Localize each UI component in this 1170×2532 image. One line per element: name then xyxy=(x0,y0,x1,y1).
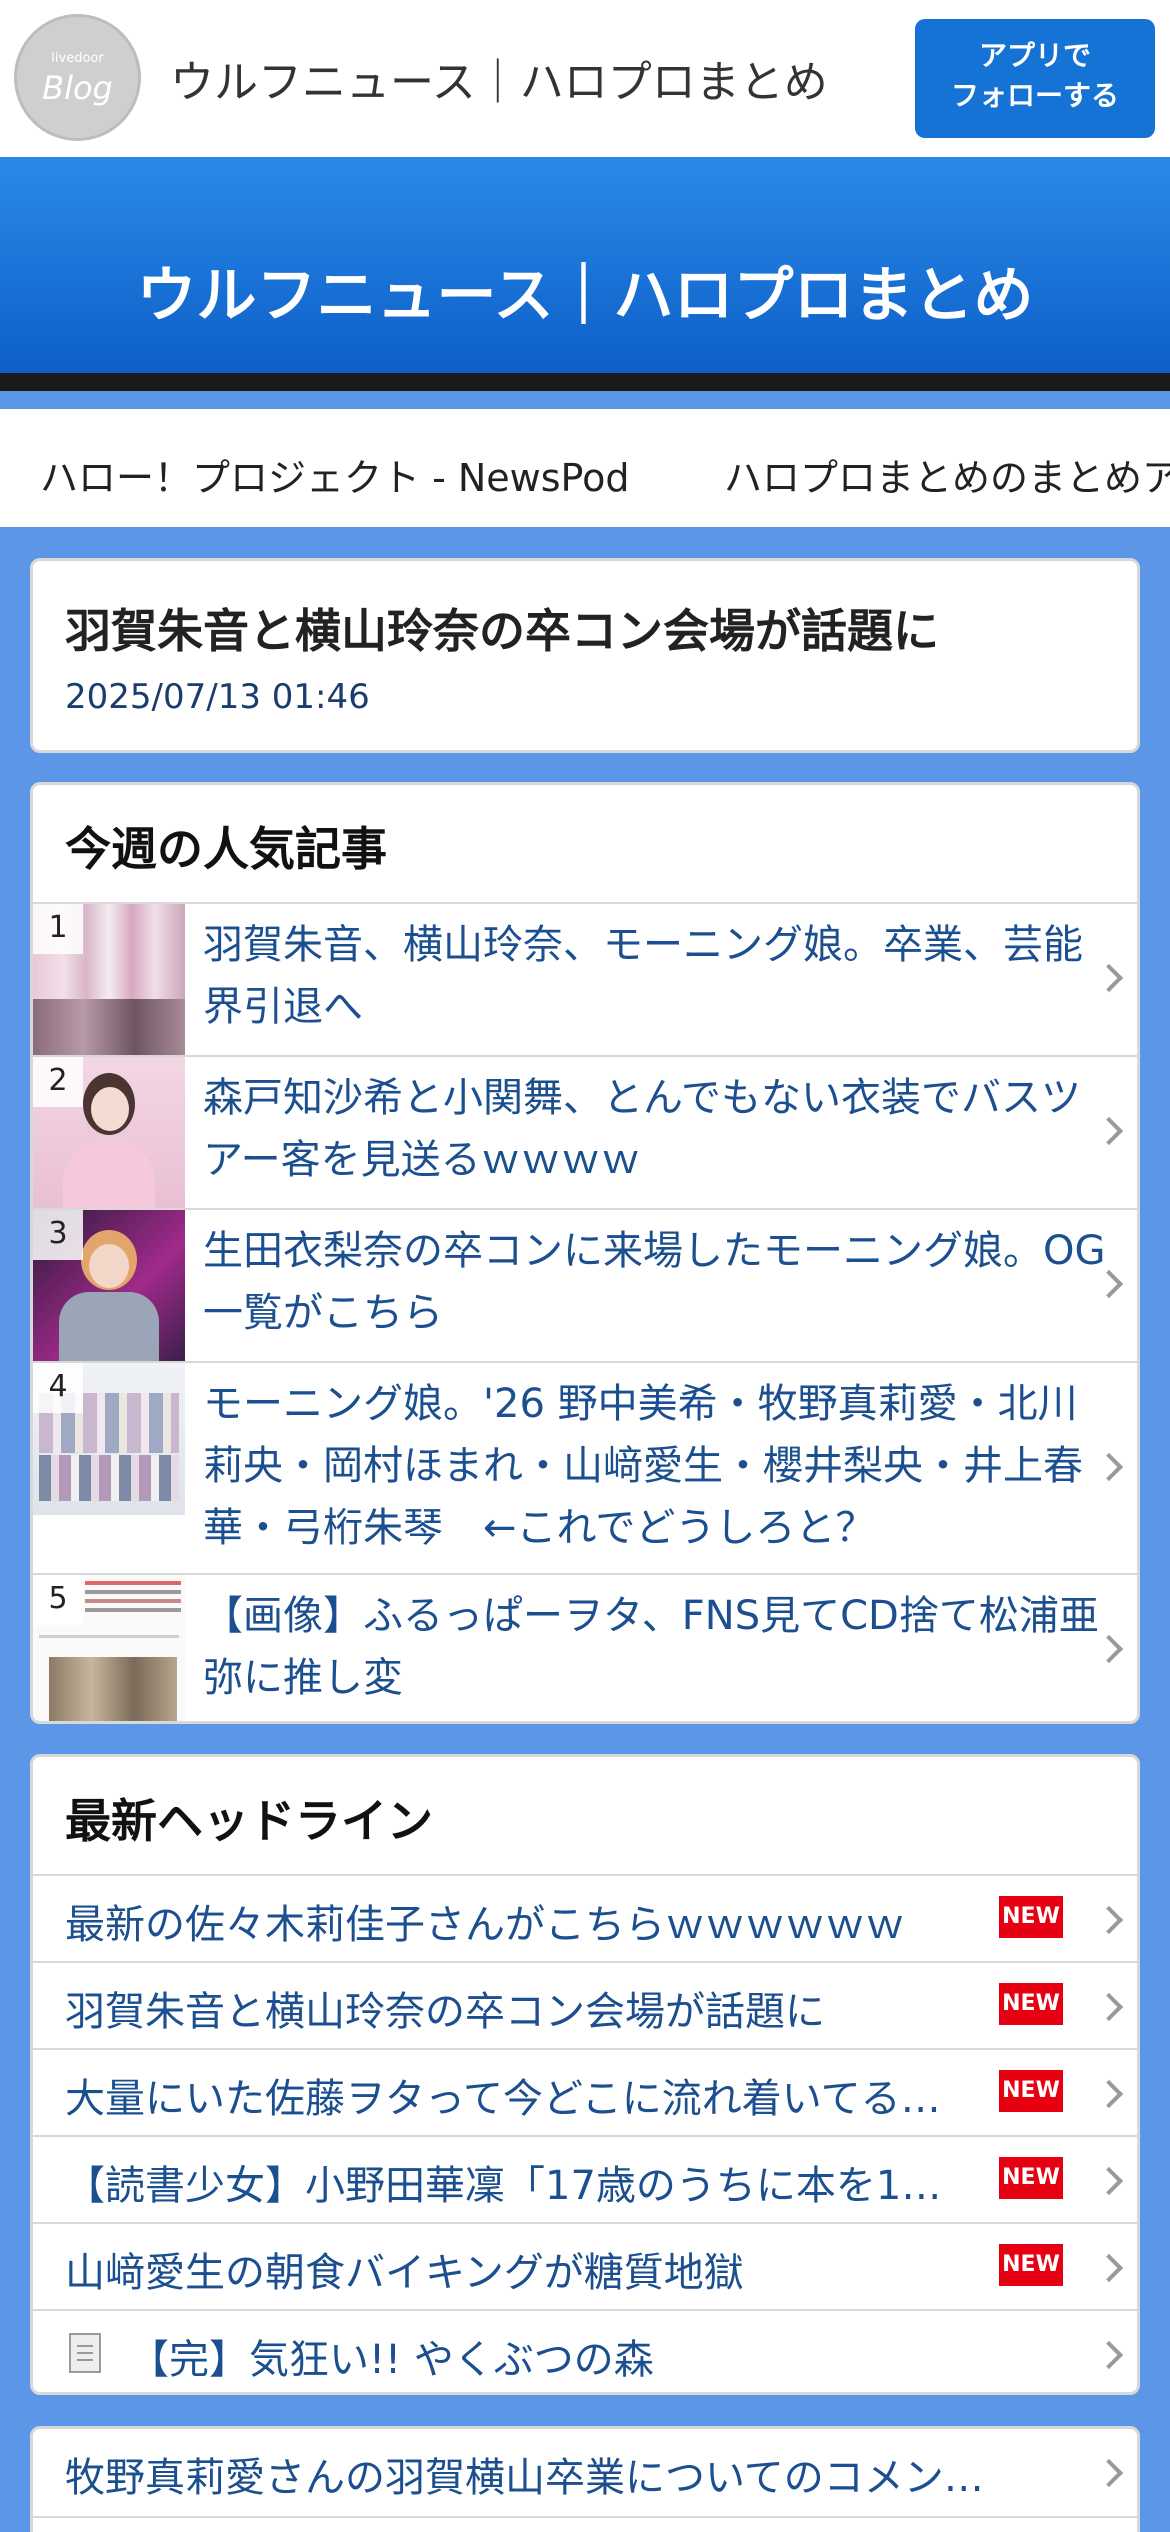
headline-item[interactable]: 大量にいた佐藤ヲタって今どこに流れ着いてる… NEW xyxy=(33,2048,1137,2135)
follow-button-line1: アプリで xyxy=(978,39,1091,72)
chevron-right-icon xyxy=(1094,2166,1124,2196)
popular-item-title: 【画像】ふるっぱーヲタ、FNS見てCD捨て松浦亜弥に推し変 xyxy=(203,1593,1099,1701)
logo-small-text: livedoor xyxy=(51,51,104,66)
chevron-right-icon xyxy=(1094,1905,1124,1935)
rank-number: 3 xyxy=(33,1210,83,1260)
headline-title: 【完】気狂い!! やくぶつの森 xyxy=(129,2337,654,2383)
popular-item-title: 羽賀朱音、横山玲奈、モーニング娘。卒業、芸能界引退へ xyxy=(203,922,1083,1030)
headline-item[interactable]: 【読書少女】小野田華凜「17歳のうちに本を1… NEW xyxy=(33,2135,1137,2222)
latest-headlines-card: 最新ヘッドライン 最新の佐々木莉佳子さんがこちらｗｗｗｗｗｗ NEW 羽賀朱音と… xyxy=(30,1754,1140,2395)
popular-item[interactable]: 4 モーニング娘。'26 野中美希・牧野真莉愛・北川莉央・岡村ほまれ・山﨑愛生・… xyxy=(33,1361,1137,1573)
nav-item-newspod[interactable]: ハロー！プロジェクト - NewsPod xyxy=(40,447,629,502)
popular-item-title: モーニング娘。'26 野中美希・牧野真莉愛・北川莉央・岡村ほまれ・山﨑愛生・櫻井… xyxy=(203,1381,1083,1551)
new-badge: NEW xyxy=(999,1896,1063,1938)
follow-button-line2: フォローする xyxy=(950,79,1119,112)
blog-banner[interactable]: ウルフニュース｜ハロプロまとめ xyxy=(0,157,1170,391)
follow-in-app-button[interactable]: アプリで フォローする xyxy=(915,19,1155,138)
rank-number: 1 xyxy=(33,904,83,954)
related-item[interactable] xyxy=(33,2516,1137,2532)
site-name[interactable]: ウルフニュース｜ハロプロまとめ xyxy=(170,46,828,110)
nav-item-matome[interactable]: ハロプロまとめのまとめア xyxy=(724,447,1170,502)
new-badge: NEW xyxy=(999,2157,1063,2199)
new-badge: NEW xyxy=(999,2070,1063,2112)
banner-title: ウルフニュース｜ハロプロまとめ xyxy=(136,261,1034,331)
rank-number: 4 xyxy=(33,1363,83,1413)
popular-item-title: 生田衣梨奈の卒コンに来場したモーニング娘。OG一覧がこちら xyxy=(203,1228,1106,1336)
related-item[interactable]: 牧野真莉愛さんの羽賀横山卒業についてのコメン… xyxy=(33,2429,1137,2516)
chevron-right-icon xyxy=(1094,2253,1124,2283)
headline-title: 【読書少女】小野田華凜「17歳のうちに本を1… xyxy=(65,2163,942,2209)
popular-item[interactable]: 2 森戸知沙希と小関舞、とんでもない衣装でバスツアー客を見送るｗｗｗｗ xyxy=(33,1055,1137,1209)
headline-title: 羽賀朱音と横山玲奈の卒コン会場が話題に xyxy=(65,1989,825,2035)
headline-title: 山﨑愛生の朝食バイキングが糖質地獄 xyxy=(65,2250,744,2296)
new-badge: NEW xyxy=(999,2244,1063,2286)
rank-number: 5 xyxy=(33,1575,83,1625)
headline-title: 最新の佐々木莉佳子さんがこちらｗｗｗｗｗｗ xyxy=(65,1902,905,1948)
popular-item[interactable]: 3 生田衣梨奈の卒コンに来場したモーニング娘。OG一覧がこちら xyxy=(33,1208,1137,1362)
headline-item[interactable]: 【完】気狂い!! やくぶつの森 xyxy=(33,2309,1137,2392)
article-date: 2025/07/13 01:46 xyxy=(65,677,370,717)
category-nav: ハロー！プロジェクト - NewsPod ハロプロまとめのまとめア xyxy=(0,409,1170,527)
rank-number: 2 xyxy=(33,1057,83,1107)
related-title: 牧野真莉愛さんの羽賀横山卒業についてのコメン… xyxy=(65,2455,984,2501)
article-header-card: 羽賀朱音と横山玲奈の卒コン会場が話題に 2025/07/13 01:46 xyxy=(30,558,1140,753)
logo-big-text: Blog xyxy=(42,69,113,107)
document-icon xyxy=(69,2333,101,2373)
related-articles-card: 牧野真莉愛さんの羽賀横山卒業についてのコメン… xyxy=(30,2426,1140,2532)
headline-item[interactable]: 山﨑愛生の朝食バイキングが糖質地獄 NEW xyxy=(33,2222,1137,2309)
popular-item[interactable]: 5 【画像】ふるっぱーヲタ、FNS見てCD捨て松浦亜弥に推し変 xyxy=(33,1573,1137,1721)
popular-item-title: 森戸知沙希と小関舞、とんでもない衣装でバスツアー客を見送るｗｗｗｗ xyxy=(203,1075,1081,1183)
top-header: livedoor Blog ウルフニュース｜ハロプロまとめ アプリで フォローす… xyxy=(0,0,1170,157)
headline-item[interactable]: 羽賀朱音と横山玲奈の卒コン会場が話題に NEW xyxy=(33,1961,1137,2048)
chevron-right-icon xyxy=(1094,2340,1124,2370)
popular-item[interactable]: 1 羽賀朱音、横山玲奈、モーニング娘。卒業、芸能界引退へ xyxy=(33,902,1137,1056)
livedoor-blog-logo[interactable]: livedoor Blog xyxy=(14,14,141,141)
chevron-right-icon xyxy=(1094,2079,1124,2109)
popular-heading: 今週の人気記事 xyxy=(65,822,387,876)
new-badge: NEW xyxy=(999,1983,1063,2025)
headlines-heading: 最新ヘッドライン xyxy=(65,1794,433,1848)
chevron-right-icon xyxy=(1094,1992,1124,2022)
article-title[interactable]: 羽賀朱音と横山玲奈の卒コン会場が話題に xyxy=(65,595,939,661)
headline-item[interactable]: 最新の佐々木莉佳子さんがこちらｗｗｗｗｗｗ NEW xyxy=(33,1874,1137,1961)
chevron-right-icon xyxy=(1094,2458,1124,2488)
headline-title: 大量にいた佐藤ヲタって今どこに流れ着いてる… xyxy=(65,2076,941,2122)
weekly-popular-card: 今週の人気記事 1 羽賀朱音、横山玲奈、モーニング娘。卒業、芸能界引退へ 2 森… xyxy=(30,782,1140,1724)
